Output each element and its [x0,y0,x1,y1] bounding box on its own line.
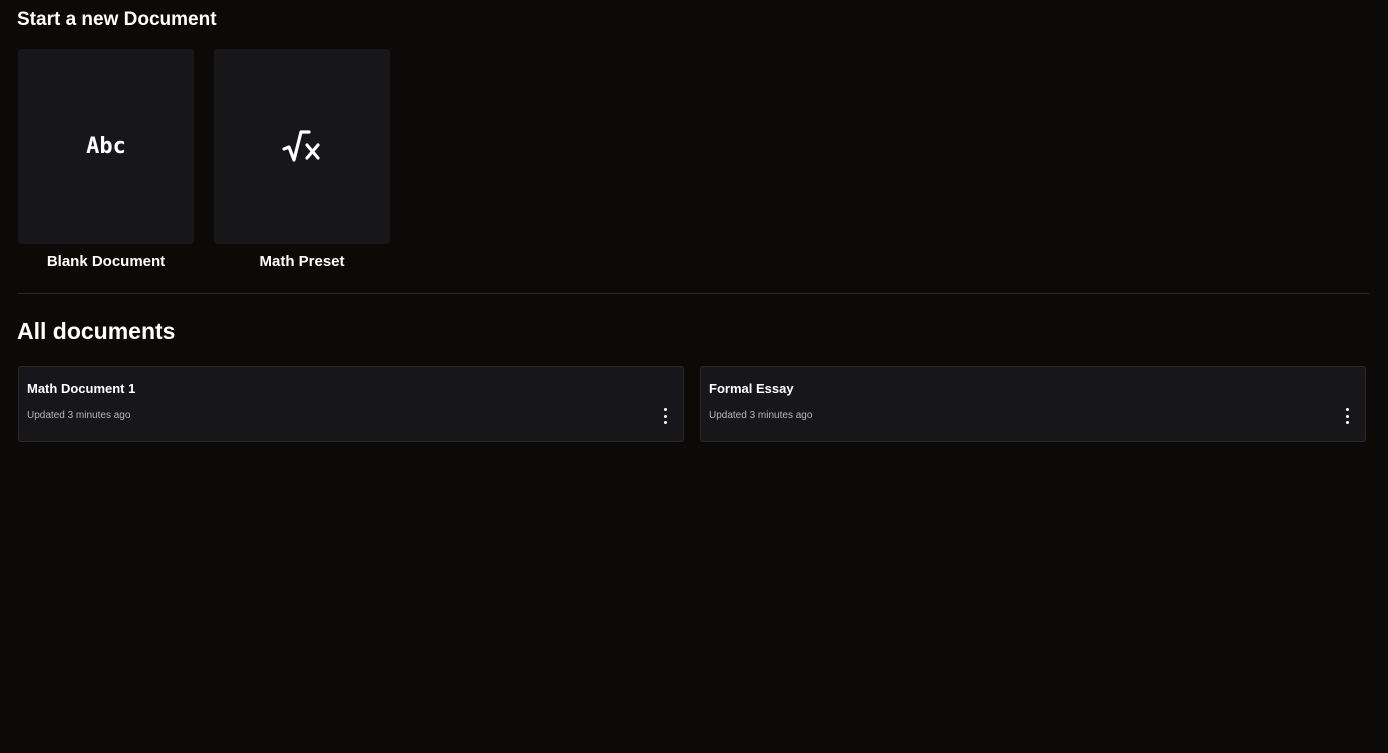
new-document-heading: Start a new Document [17,9,217,30]
dot [663,414,667,418]
document-title: Formal Essay [709,381,794,396]
template-list: Abc Blank Document Math Preset [18,49,390,271]
document-updated-time: Updated 3 minutes ago [709,410,813,421]
blank-document-template[interactable]: Abc Blank Document [18,49,194,271]
square-root-icon [282,129,320,162]
math-preset-tile[interactable] [214,49,390,244]
dot [1345,408,1349,411]
document-card[interactable]: Math Document 1 Updated 3 minutes ago [18,366,684,442]
more-vertical-icon[interactable] [1339,407,1355,425]
more-vertical-icon[interactable] [657,407,673,425]
document-card[interactable]: Formal Essay Updated 3 minutes ago [700,366,1366,442]
dot [663,421,667,424]
blank-document-label: Blank Document [46,253,166,270]
dot [1345,414,1349,418]
home-page: Start a new Document Abc Blank Document … [0,0,1388,753]
document-list: Math Document 1 Updated 3 minutes ago Fo… [18,366,1366,442]
document-updated-time: Updated 3 minutes ago [27,410,131,421]
blank-document-tile[interactable]: Abc [18,49,194,244]
dot [1345,421,1349,424]
section-divider [18,293,1369,294]
math-preset-template[interactable]: Math Preset [214,49,390,271]
document-title: Math Document 1 [27,381,136,396]
abc-text-icon: Abc [86,134,126,159]
dot [663,408,667,411]
math-preset-label: Math Preset [259,253,345,270]
all-documents-heading: All documents [17,318,176,344]
